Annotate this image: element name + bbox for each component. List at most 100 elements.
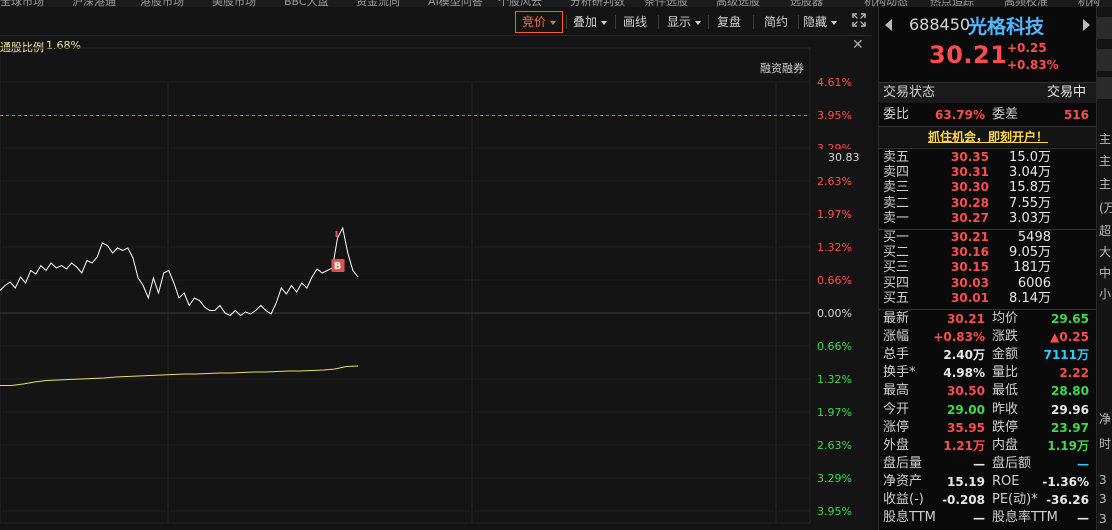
stat-value: 2.40万 — [943, 348, 985, 363]
top-nav-strip: 全球市场 沪深港通 港股市场 美股市场 BBC大盘 资金流向 AI模型问答 个股风云 分析研判数… — [0, 0, 1112, 7]
stat-value: -0.208 — [942, 493, 985, 507]
stat-value: -36.26 — [1046, 493, 1089, 507]
top-nav-item[interactable]: 高级选股 — [716, 0, 760, 7]
stat-row: 今开 29.00 昨收 29.96 — [879, 401, 1097, 419]
top-nav-item[interactable]: 高频校准 — [1004, 0, 1048, 7]
axis-tick-label: 1.97% — [817, 406, 852, 419]
open-account-link[interactable]: 抓住机会，即刻开户！ — [928, 130, 1048, 144]
stat-label: 盘后量 — [883, 455, 923, 471]
stat-label: 收益(-) — [883, 492, 924, 507]
top-nav-item[interactable]: 美股市场 — [212, 0, 256, 7]
bid-row[interactable]: 买三 30.15 181万 — [879, 260, 1097, 275]
side-list-item[interactable]: 主 — [1099, 130, 1111, 147]
stat-value: 28.80 — [1051, 384, 1089, 399]
bid-volume: 5498 — [1017, 230, 1051, 245]
stat-value: — — [973, 456, 985, 471]
ask-row[interactable]: 卖一 30.27 3.03万 — [879, 211, 1097, 226]
ask-volume: 15.8万 — [1009, 180, 1051, 196]
ask-price: 30.27 — [951, 210, 989, 225]
side-list-item[interactable]: 主 — [1099, 152, 1111, 169]
stat-label: 盘后额 — [992, 455, 1032, 471]
stat-value: — — [1077, 456, 1089, 471]
bid-price: 30.01 — [951, 290, 989, 305]
axis-tick-label: 3.95% — [817, 505, 852, 518]
side-tab[interactable] — [1097, 77, 1112, 99]
ask-volume: 3.03万 — [1009, 210, 1051, 226]
open-account-banner[interactable]: 抓住机会，即刻开户！ — [879, 127, 1097, 147]
stock-code: 688450 — [909, 15, 971, 34]
side-tab[interactable] — [1097, 17, 1112, 39]
side-list-item[interactable]: 时 — [1099, 435, 1111, 452]
ask-row[interactable]: 卖二 30.28 7.55万 — [879, 196, 1097, 211]
side-tab[interactable] — [1097, 49, 1112, 71]
stat-value: 1.19万 — [1047, 438, 1089, 453]
stat-row: 换手* 4.98% 量比 2.22 — [879, 364, 1097, 382]
stat-label: 股息TTM — [883, 510, 936, 526]
side-list-item[interactable]: 净 — [1099, 410, 1111, 427]
stat-value: 23.97 — [1051, 420, 1089, 435]
top-nav-item[interactable]: 机构 — [1078, 0, 1100, 7]
price-line — [0, 226, 359, 317]
axis-tick-label: 1.97% — [817, 208, 852, 221]
top-nav-item[interactable]: 机构动态 — [864, 0, 908, 7]
bid-price: 30.21 — [951, 230, 989, 244]
top-nav-item[interactable]: BBC大盘 — [284, 0, 329, 7]
stat-value: 35.95 — [947, 420, 985, 435]
top-nav-item[interactable]: 选股器 — [790, 0, 823, 7]
stat-row: 盘后量 — 盘后额 — — [879, 455, 1097, 473]
commission-diff-value: 516 — [1063, 108, 1089, 122]
stock-name: 光格科技 — [968, 16, 1045, 38]
top-nav-item[interactable]: 资金流向 — [356, 0, 400, 7]
side-list-item[interactable]: 中 — [1099, 264, 1111, 281]
bid-row[interactable]: 买五 30.01 8.14万 — [879, 291, 1097, 306]
ask-row[interactable]: 卖四 30.31 3.04万 — [879, 165, 1097, 180]
side-list-item[interactable]: (万 — [1099, 199, 1112, 216]
top-nav-item[interactable]: 热点追踪 — [930, 0, 974, 7]
bid-row[interactable]: 买四 30.03 6006 — [879, 276, 1097, 291]
trade-status-value: 交易中 — [1047, 85, 1087, 100]
side-list-item[interactable]: 3 — [1099, 512, 1107, 526]
prev-stock-icon[interactable] — [885, 19, 892, 31]
side-list-item[interactable]: 3 — [1099, 473, 1107, 487]
bid-row[interactable]: 买一 30.21 5498 — [879, 230, 1097, 245]
ask-row[interactable]: 卖三 30.30 15.8万 — [879, 180, 1097, 195]
side-list-item[interactable]: 超 — [1099, 222, 1111, 239]
top-nav-item[interactable]: 港股市场 — [140, 0, 184, 7]
ask-volume: 15.0万 — [1009, 150, 1051, 165]
ask-volume: 7.55万 — [1009, 195, 1051, 211]
top-nav-item[interactable]: 沪深港通 — [72, 0, 116, 7]
stat-label: 跌停 — [992, 419, 1019, 435]
stat-label: 涨幅 — [883, 329, 910, 345]
stat-value: 30.21 — [947, 312, 985, 326]
stat-value: ▲0.25 — [1050, 330, 1089, 345]
bid-row[interactable]: 买二 30.16 9.05万 — [879, 245, 1097, 260]
bid-volume: 6006 — [1017, 275, 1051, 291]
top-nav-item[interactable]: 个股风云 — [498, 0, 542, 7]
trade-status-row: 交易状态 交易中 — [879, 83, 1097, 103]
side-list-strip: 主主主(万超大中小净时333 — [1096, 7, 1112, 530]
side-list-item[interactable]: 大 — [1099, 243, 1111, 260]
stat-label: 最低 — [992, 383, 1019, 399]
top-nav-item[interactable]: 全球市场 — [0, 0, 44, 7]
top-nav-item[interactable]: 条件选股 — [644, 0, 688, 7]
bid-level-label: 买一 — [883, 230, 910, 245]
stat-label: 外盘 — [883, 437, 910, 453]
commission-ratio-value: 63.79% — [935, 108, 985, 122]
plot-frame — [0, 47, 811, 524]
stat-row: 最新 30.21 均价 29.65 — [879, 310, 1097, 328]
average-line — [0, 365, 359, 386]
side-list-item[interactable]: 3 — [1099, 492, 1107, 506]
intraday-chart[interactable]: 4.61% 3.95% 3.29% 2.63% 1.97% 1.32% 0.66% 0.00%… — [0, 7, 872, 530]
stat-label: 最高 — [883, 383, 910, 399]
top-nav-item[interactable]: 分析研判数 — [570, 0, 625, 7]
side-list-item[interactable]: 小 — [1099, 285, 1111, 302]
side-list-item[interactable]: 主 — [1099, 175, 1111, 192]
bid-volume: 8.14万 — [1009, 290, 1051, 306]
axis-tick-label: 2.63% — [817, 439, 852, 452]
top-nav-item[interactable]: AI模型问答 — [428, 0, 483, 7]
stat-label: 最新 — [883, 311, 910, 326]
ask-row[interactable]: 卖五 30.35 15.0万 — [879, 150, 1097, 165]
next-stock-icon[interactable] — [1083, 19, 1090, 31]
bid-level-label: 买三 — [883, 260, 910, 276]
ask-price: 30.31 — [951, 165, 989, 180]
